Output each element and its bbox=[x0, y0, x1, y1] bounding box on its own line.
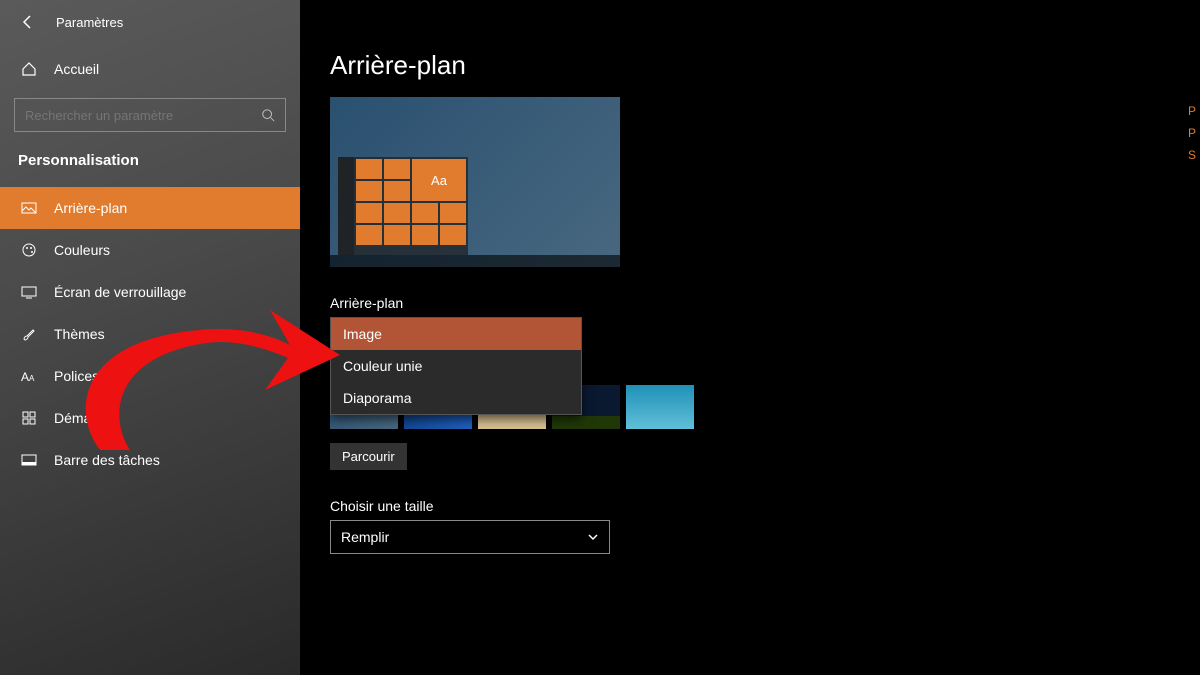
home-label: Accueil bbox=[54, 61, 99, 77]
fit-label: Choisir une taille bbox=[330, 498, 1200, 514]
nav-label: Écran de verrouillage bbox=[54, 284, 186, 300]
background-label: Arrière-plan bbox=[330, 295, 1200, 311]
dropdown-option-image[interactable]: Image bbox=[331, 318, 581, 350]
search-box[interactable] bbox=[14, 98, 286, 132]
svg-text:A: A bbox=[21, 370, 29, 383]
brush-icon bbox=[20, 325, 38, 343]
app-title: Paramètres bbox=[56, 15, 123, 30]
nav-item-fonts[interactable]: AA Polices bbox=[0, 355, 300, 397]
nav-label: Barre des tâches bbox=[54, 452, 160, 468]
home-nav[interactable]: Accueil bbox=[0, 50, 300, 92]
browse-button[interactable]: Parcourir bbox=[330, 443, 407, 470]
page-title: Arrière-plan bbox=[330, 50, 1200, 81]
dropdown-option-solidcolor[interactable]: Couleur unie bbox=[331, 350, 581, 382]
background-dropdown[interactable]: Image Couleur unie Diaporama bbox=[330, 317, 582, 415]
monitor-icon bbox=[20, 283, 38, 301]
thumb-5[interactable] bbox=[626, 385, 694, 429]
font-icon: AA bbox=[20, 367, 38, 385]
nav-label: Arrière-plan bbox=[54, 200, 127, 216]
taskbar-icon bbox=[20, 451, 38, 469]
arrow-left-icon bbox=[20, 14, 36, 30]
back-button[interactable] bbox=[18, 12, 38, 32]
chevron-down-icon bbox=[587, 531, 599, 543]
main-content: Arrière-plan Aa Arrière-plan Image Coule… bbox=[330, 50, 1200, 554]
palette-icon bbox=[20, 241, 38, 259]
nav-item-background[interactable]: Arrière-plan bbox=[0, 187, 300, 229]
search-icon bbox=[261, 108, 275, 122]
preview-tile-aa: Aa bbox=[412, 159, 466, 201]
sidebar: Paramètres Accueil Personnalisation Arri… bbox=[0, 0, 300, 675]
search-input[interactable] bbox=[25, 108, 261, 123]
nav-label: Démarrer bbox=[54, 410, 113, 426]
start-icon bbox=[20, 409, 38, 427]
nav-label: Couleurs bbox=[54, 242, 110, 258]
nav-item-taskbar[interactable]: Barre des tâches bbox=[0, 439, 300, 481]
nav-item-colors[interactable]: Couleurs bbox=[0, 229, 300, 271]
fit-value: Remplir bbox=[341, 529, 389, 545]
svg-text:A: A bbox=[29, 374, 35, 383]
nav-item-lockscreen[interactable]: Écran de verrouillage bbox=[0, 271, 300, 313]
dropdown-option-slideshow[interactable]: Diaporama bbox=[331, 382, 581, 414]
fit-select[interactable]: Remplir bbox=[330, 520, 610, 554]
nav-item-themes[interactable]: Thèmes bbox=[0, 313, 300, 355]
desktop-preview: Aa bbox=[330, 97, 620, 267]
nav-label: Polices bbox=[54, 368, 99, 384]
picture-icon bbox=[20, 199, 38, 217]
home-icon bbox=[20, 60, 38, 78]
right-panel-peek: P P S bbox=[1188, 100, 1200, 166]
nav-item-start[interactable]: Démarrer bbox=[0, 397, 300, 439]
nav-label: Thèmes bbox=[54, 326, 105, 342]
section-title: Personnalisation bbox=[0, 148, 300, 187]
